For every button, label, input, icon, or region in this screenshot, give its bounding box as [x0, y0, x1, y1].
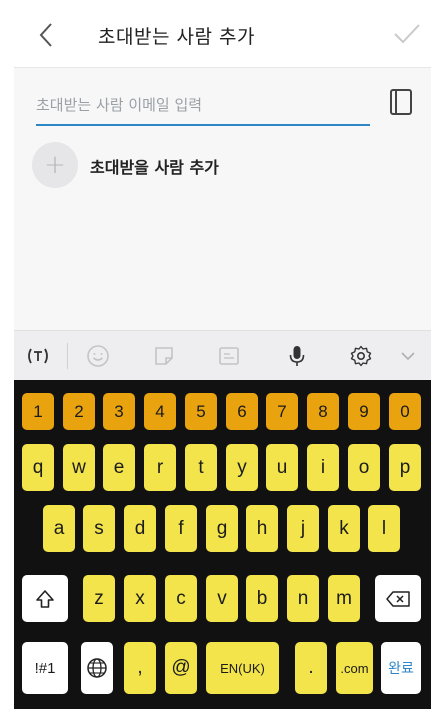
gif-icon[interactable] [217, 344, 241, 368]
toolbar-divider [67, 343, 68, 369]
key-k[interactable]: k [328, 505, 360, 552]
key-z[interactable]: z [83, 575, 115, 622]
add-invitee-label: 초대받을 사람 추가 [90, 158, 219, 177]
backspace-icon [386, 590, 410, 607]
key-r[interactable]: r [144, 444, 176, 491]
symbols-key[interactable]: !#1 [22, 642, 68, 694]
shift-key[interactable] [22, 575, 68, 622]
plus-icon: + [44, 150, 66, 180]
key-m[interactable]: m [328, 575, 360, 622]
text-mode-icon[interactable] [26, 344, 50, 368]
invitee-email-input[interactable] [36, 86, 370, 126]
key-y[interactable]: y [226, 444, 258, 491]
key-j[interactable]: j [287, 505, 319, 552]
key-1[interactable]: 1 [22, 393, 54, 430]
comma-key[interactable]: , [124, 642, 156, 694]
key-q[interactable]: q [22, 444, 54, 491]
key-s[interactable]: s [83, 505, 115, 552]
key-i[interactable]: i [307, 444, 339, 491]
key-c[interactable]: c [165, 575, 197, 622]
back-button[interactable] [32, 20, 62, 50]
key-o[interactable]: o [348, 444, 380, 491]
key-6[interactable]: 6 [226, 393, 258, 430]
key-u[interactable]: u [266, 444, 298, 491]
key-a[interactable]: a [43, 505, 75, 552]
key-e[interactable]: e [103, 444, 135, 491]
key-2[interactable]: 2 [63, 393, 95, 430]
at-key[interactable]: @ [165, 642, 197, 694]
key-5[interactable]: 5 [185, 393, 217, 430]
dotcom-key[interactable]: .com [336, 642, 373, 694]
key-3[interactable]: 3 [103, 393, 135, 430]
keyboard: 1 2 3 4 5 6 7 8 9 0 q w e r t y u i o p … [14, 380, 431, 709]
key-b[interactable]: b [246, 575, 278, 622]
settings-gear-icon[interactable] [349, 344, 373, 368]
space-key[interactable]: EN(UK) [206, 642, 279, 694]
key-7[interactable]: 7 [266, 393, 298, 430]
done-key[interactable]: 완료 [381, 642, 421, 694]
key-g[interactable]: g [206, 505, 238, 552]
key-f[interactable]: f [165, 505, 197, 552]
key-w[interactable]: w [63, 444, 95, 491]
backspace-key[interactable] [375, 575, 421, 622]
chevron-down-icon[interactable] [396, 344, 420, 368]
language-key[interactable] [81, 642, 113, 694]
globe-icon [87, 658, 107, 678]
shift-arrow-icon [36, 589, 54, 608]
key-p[interactable]: p [389, 444, 421, 491]
key-l[interactable]: l [368, 505, 400, 552]
key-n[interactable]: n [287, 575, 319, 622]
key-0[interactable]: 0 [389, 393, 421, 430]
key-h[interactable]: h [246, 505, 278, 552]
app-screen: 초대받는 사람 추가 + 초대받을 사람 추가 [14, 0, 431, 709]
chevron-left-icon [39, 23, 52, 47]
sticker-icon[interactable] [152, 344, 176, 368]
keyboard-toolbar [14, 330, 431, 380]
top-bar: 초대받는 사람 추가 [14, 0, 431, 68]
check-icon [394, 24, 420, 44]
key-x[interactable]: x [124, 575, 156, 622]
key-v[interactable]: v [206, 575, 238, 622]
contact-book-icon [390, 89, 412, 115]
period-key[interactable]: . [295, 642, 327, 694]
add-circle-icon: + [32, 142, 78, 188]
key-d[interactable]: d [124, 505, 156, 552]
microphone-icon[interactable] [285, 344, 309, 368]
key-8[interactable]: 8 [307, 393, 339, 430]
add-invitee-row[interactable]: + 초대받을 사람 추가 [32, 142, 362, 190]
key-4[interactable]: 4 [144, 393, 176, 430]
emoji-icon[interactable] [86, 344, 110, 368]
contacts-button[interactable] [389, 88, 413, 116]
key-9[interactable]: 9 [348, 393, 380, 430]
page-title: 초대받는 사람 추가 [98, 26, 255, 48]
key-t[interactable]: t [185, 444, 217, 491]
confirm-button[interactable] [393, 22, 421, 46]
